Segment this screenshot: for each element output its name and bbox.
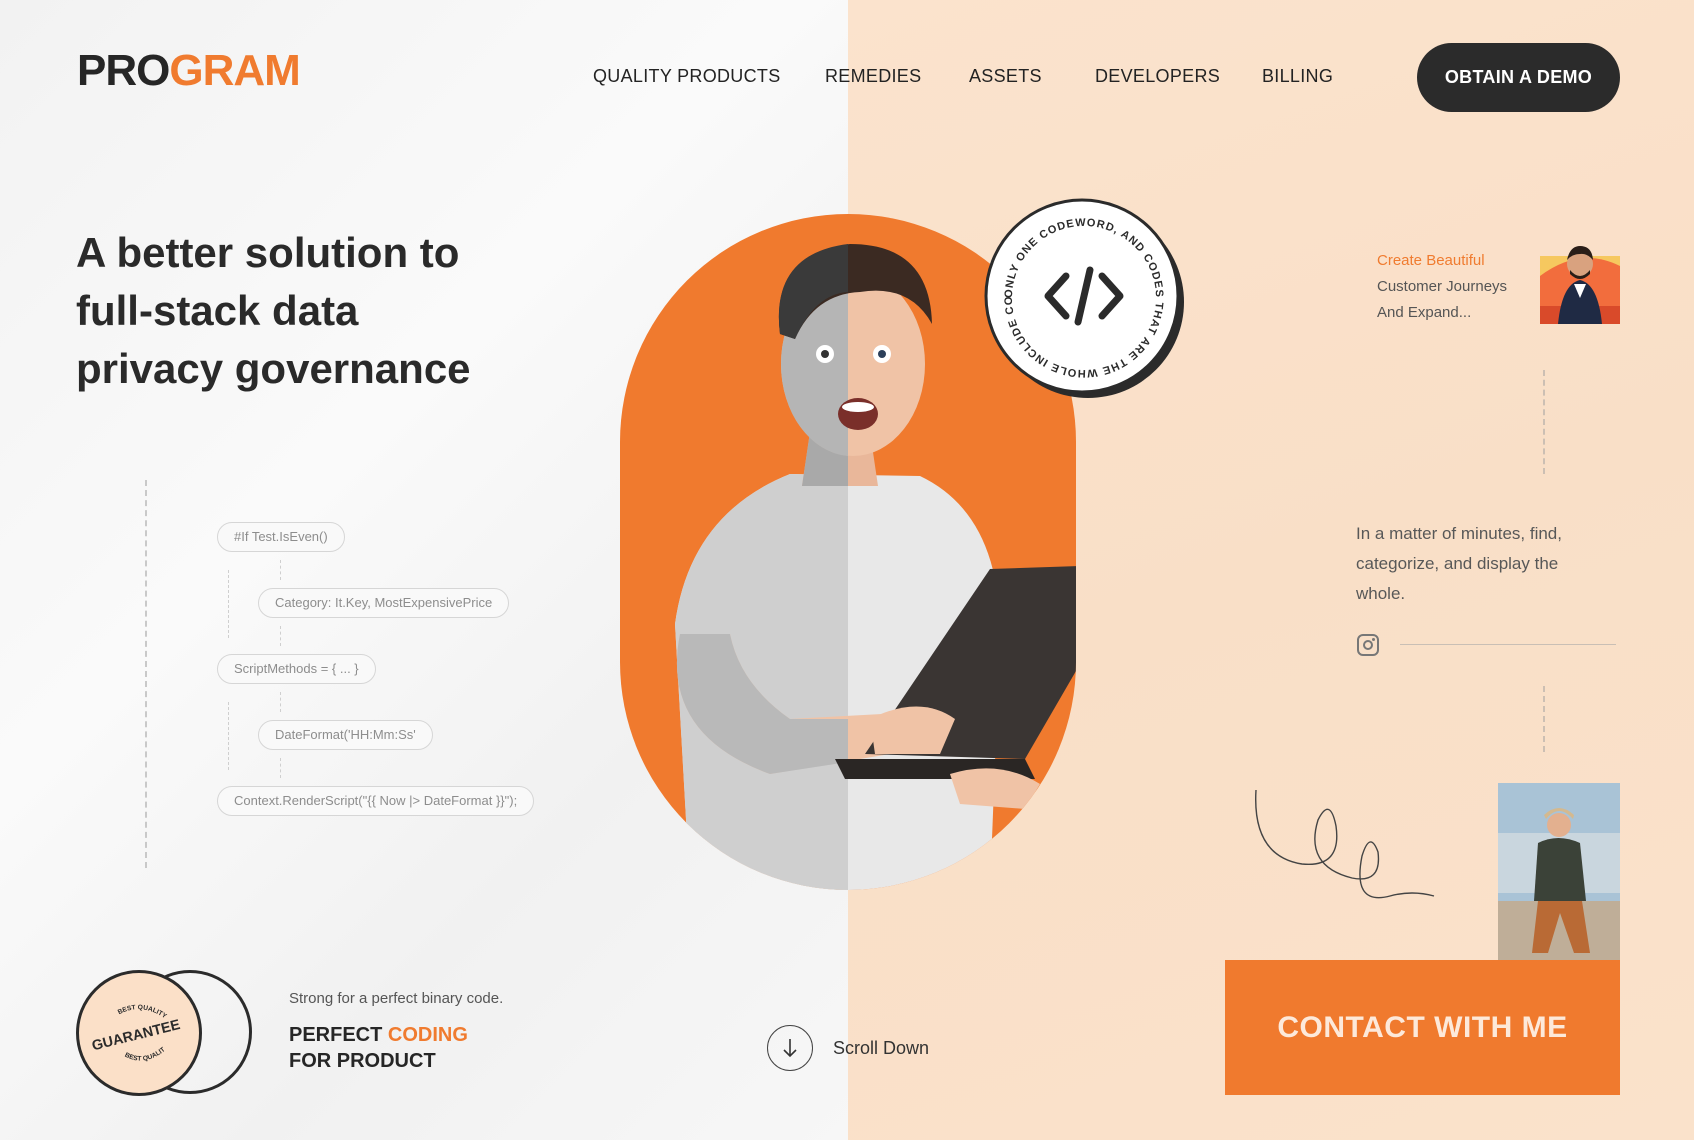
logo-part-gram: GRAM [169,46,300,95]
code-step-pill: Context.RenderScript("{{ Now |> DateForm… [217,786,535,816]
avatar [1540,246,1620,324]
person-photo [1498,783,1620,960]
hero-title: A better solution to full-stack data pri… [76,229,471,392]
code-badge: ONLY ONE CODEWORD, AND CODES THAT ARE TH… [984,198,1184,398]
connector-line [228,702,229,770]
tagline-coding: CODING [387,1024,468,1046]
connector-line [280,692,281,712]
arrow-down-icon [783,1039,797,1058]
code-flow-guide-line [145,480,147,868]
logo-part-pro: PRO [77,46,170,95]
connector-line [280,626,281,646]
nav-item-assets[interactable]: ASSETS [969,66,1042,87]
divider-line [1400,644,1616,645]
journey-line-2: Customer Journeys [1377,278,1508,295]
divider-line [1543,686,1545,752]
contact-button[interactable]: CONTACT WITH ME [1225,960,1620,1095]
divider-line [1543,370,1545,474]
nav-item-remedies[interactable]: REMEDIES [825,66,921,87]
nav-item-developers[interactable]: DEVELOPERS [1095,66,1220,87]
svg-text:GUARANTEE: GUARANTEE [90,1017,182,1054]
code-step-pill: ScriptMethods = { ... } [217,654,376,684]
journey-line-1: Create Beautiful [1377,252,1485,269]
tagline-for-product: FOR PRODUCT [289,1050,436,1072]
connector-line [280,758,281,778]
instagram-icon[interactable] [1357,634,1379,656]
nav-item-quality-products[interactable]: QUALITY PRODUCTS [593,66,781,87]
squiggle-decoration [1255,789,1435,899]
code-step-pill: #If Test.IsEven() [217,522,345,552]
logo[interactable]: PROGRAM [77,46,301,95]
description-text: In a matter of minutes, find, categorize… [1356,524,1562,603]
scroll-down-button[interactable] [767,1025,813,1071]
code-step-pill: DateFormat('HH:Mm:Ss' [258,720,433,750]
tagline-small: Strong for a perfect binary code. [289,990,504,1007]
tagline-perfect: PERFECT [289,1024,383,1046]
tagline-heading: PERFECT CODING FOR PRODUCT [289,1022,468,1074]
scroll-down-label[interactable]: Scroll Down [833,1038,929,1059]
connector-line [280,560,281,580]
journey-line-3: And Expand... [1377,304,1472,321]
connector-line [228,570,229,638]
guarantee-seal: BEST QUALITY GUARANTEE BEST QUALITY [76,970,202,1096]
svg-text:BEST QUALITY: BEST QUALITY [117,1004,168,1020]
nav-item-billing[interactable]: BILLING [1262,66,1333,87]
journey-text: Create Beautiful Customer Journeys And E… [1377,248,1537,326]
code-step-pill: Category: It.Key, MostExpensivePrice [258,588,510,618]
obtain-demo-button[interactable]: OBTAIN A DEMO [1417,43,1620,112]
